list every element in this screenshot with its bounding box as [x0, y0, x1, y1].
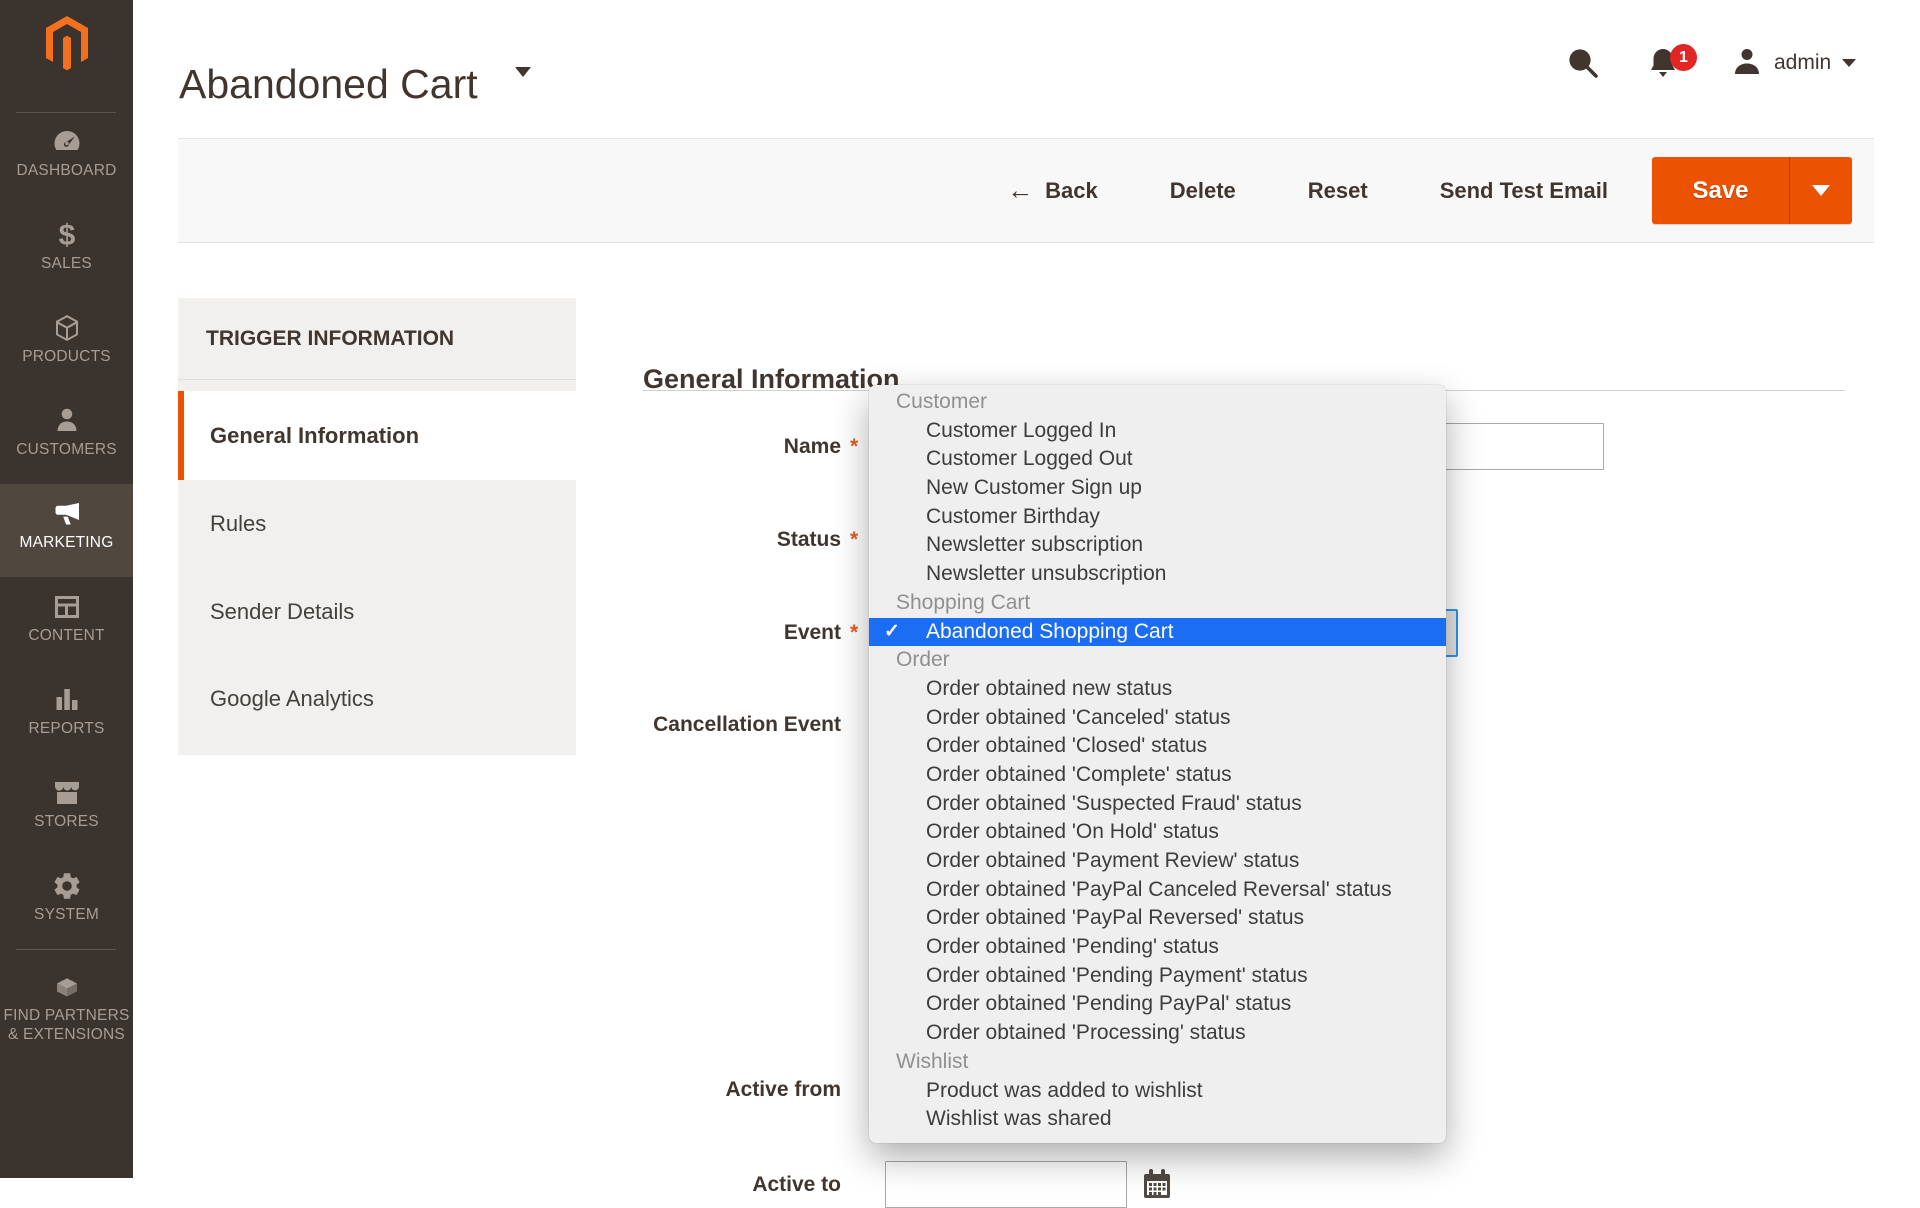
dashboard-icon	[0, 123, 133, 161]
user-menu[interactable]: admin	[1774, 51, 1831, 75]
sales-icon: $	[0, 216, 133, 254]
sidebar-item-label: FIND PARTNERS	[0, 1006, 133, 1025]
event-option[interactable]: Wishlist was shared	[869, 1105, 1446, 1134]
event-option[interactable]: Order obtained 'Payment Review' status	[869, 847, 1446, 876]
event-option[interactable]: Order obtained 'Pending Payment' status	[869, 962, 1446, 991]
event-option-selected[interactable]: Abandoned Shopping Cart✓	[869, 618, 1446, 647]
back-arrow-icon: ←	[1007, 175, 1033, 206]
event-option[interactable]: Order obtained 'Canceled' status	[869, 704, 1446, 733]
event-group-label: Order	[869, 646, 1446, 675]
admin-sidebar: DASHBOARD $ SALES PRODUCTS CUSTOMERS MARKETIN…	[0, 0, 133, 1178]
event-dropdown-menu: CustomerCustomer Logged InCustomer Logge…	[869, 385, 1446, 1143]
sidebar-item-reports[interactable]: REPORTS	[0, 670, 133, 763]
event-option[interactable]: Product was added to wishlist	[869, 1077, 1446, 1106]
field-label: Name	[784, 435, 841, 459]
back-button[interactable]: ←Back	[1007, 175, 1098, 206]
required-asterisk: *	[850, 528, 864, 552]
event-option[interactable]: Order obtained 'Closed' status	[869, 732, 1446, 761]
system-icon	[0, 867, 133, 905]
sidebar-item-label: & EXTENSIONS	[0, 1025, 133, 1044]
checkmark-icon: ✓	[884, 618, 900, 647]
toolbar-buttons: ←Back Delete Reset Send Test Email	[935, 175, 1608, 206]
event-option[interactable]: New Customer Sign up	[869, 474, 1446, 503]
page-title-caret-icon[interactable]	[515, 67, 531, 77]
sidebar-item-system[interactable]: SYSTEM	[0, 856, 133, 949]
sidebar-item-label: SALES	[0, 254, 133, 273]
sidebar-item-label: REPORTS	[0, 719, 133, 738]
event-group-label: Shopping Cart	[869, 589, 1446, 618]
field-label: Cancellation Event	[653, 713, 841, 737]
person-icon[interactable]	[1731, 46, 1763, 78]
sidebar-item-sales[interactable]: $ SALES	[0, 205, 133, 298]
sidebar-item-dashboard[interactable]: DASHBOARD	[0, 112, 133, 205]
customers-icon	[0, 402, 133, 440]
sidebar-item-content[interactable]: CONTENT	[0, 577, 133, 670]
active-to-input[interactable]	[885, 1161, 1127, 1208]
event-option[interactable]: Customer Birthday	[869, 503, 1446, 532]
required-asterisk: *	[850, 435, 864, 459]
user-menu-caret-icon[interactable]	[1842, 59, 1856, 67]
svg-text:$: $	[58, 219, 75, 251]
reports-icon	[0, 681, 133, 719]
products-icon	[0, 309, 133, 347]
sidebar-item-label: PRODUCTS	[0, 347, 133, 366]
sidebar-divider	[16, 949, 116, 950]
event-option[interactable]: Order obtained 'Pending' status	[869, 933, 1446, 962]
sidebar-item-products[interactable]: PRODUCTS	[0, 298, 133, 391]
event-group-label: Wishlist	[869, 1048, 1446, 1077]
search-icon[interactable]	[1566, 46, 1600, 80]
sidebar-item-customers[interactable]: CUSTOMERS	[0, 391, 133, 484]
field-label: Active to	[752, 1173, 841, 1197]
event-option[interactable]: Customer Logged In	[869, 417, 1446, 446]
calendar-icon[interactable]	[1140, 1167, 1174, 1201]
field-label: Event	[784, 621, 841, 645]
panel-title: TRIGGER INFORMATION	[178, 298, 576, 380]
sidebar-item-label: CONTENT	[0, 626, 133, 645]
save-button[interactable]: Save	[1652, 157, 1789, 224]
marketing-icon	[0, 495, 133, 533]
sidebar-item-stores[interactable]: STORES	[0, 763, 133, 856]
send-test-email-button[interactable]: Send Test Email	[1440, 178, 1608, 204]
extensions-icon	[0, 968, 133, 1006]
field-label-row: Name *	[380, 423, 864, 470]
field-label: Status	[777, 528, 841, 552]
required-asterisk: *	[850, 621, 864, 645]
event-option[interactable]: Order obtained 'Complete' status	[869, 761, 1446, 790]
event-option[interactable]: Order obtained 'PayPal Reversed' status	[869, 904, 1446, 933]
sidebar-item-find-partners-extensions[interactable]: FIND PARTNERS& EXTENSIONS	[0, 957, 133, 1067]
event-option[interactable]: Newsletter unsubscription	[869, 560, 1446, 589]
event-option[interactable]: Customer Logged Out	[869, 445, 1446, 474]
event-option[interactable]: Newsletter subscription	[869, 531, 1446, 560]
sidebar-item-label: STORES	[0, 812, 133, 831]
field-label-row: Status *	[380, 516, 864, 563]
field-label-row: Active to*	[380, 1161, 864, 1208]
event-option[interactable]: Order obtained 'Suspected Fraud' status	[869, 790, 1446, 819]
page-title: Abandoned Cart	[179, 61, 478, 108]
event-option[interactable]: Order obtained 'Pending PayPal' status	[869, 990, 1446, 1019]
sidebar-item-label: CUSTOMERS	[0, 440, 133, 459]
reset-button[interactable]: Reset	[1308, 178, 1368, 204]
sidebar-item-marketing[interactable]: MARKETING	[0, 484, 133, 577]
save-caret-icon	[1812, 185, 1830, 196]
event-group-label: Customer	[869, 388, 1446, 417]
notification-badge[interactable]: 1	[1670, 44, 1697, 71]
save-split-button: Save	[1652, 157, 1852, 224]
field-label-row: Active from*	[380, 1066, 864, 1113]
event-option[interactable]: Order obtained new status	[869, 675, 1446, 704]
field-label-row: Cancellation Event*	[380, 701, 864, 748]
delete-button[interactable]: Delete	[1170, 178, 1236, 204]
event-option[interactable]: Order obtained 'Processing' status	[869, 1019, 1446, 1048]
event-option[interactable]: Order obtained 'On Hold' status	[869, 818, 1446, 847]
event-option[interactable]: Order obtained 'PayPal Canceled Reversal…	[869, 876, 1446, 905]
stores-icon	[0, 774, 133, 812]
page-actions-toolbar: ←Back Delete Reset Send Test Email Save	[178, 138, 1874, 243]
field-label: Active from	[725, 1078, 841, 1102]
field-label-row: Event *	[380, 609, 864, 656]
save-options-button[interactable]	[1789, 157, 1852, 224]
content-icon	[0, 588, 133, 626]
sidebar-item-label: MARKETING	[0, 533, 133, 552]
magento-logo[interactable]	[42, 14, 92, 74]
sidebar-item-label: SYSTEM	[0, 905, 133, 924]
sidebar-item-label: DASHBOARD	[0, 161, 133, 180]
